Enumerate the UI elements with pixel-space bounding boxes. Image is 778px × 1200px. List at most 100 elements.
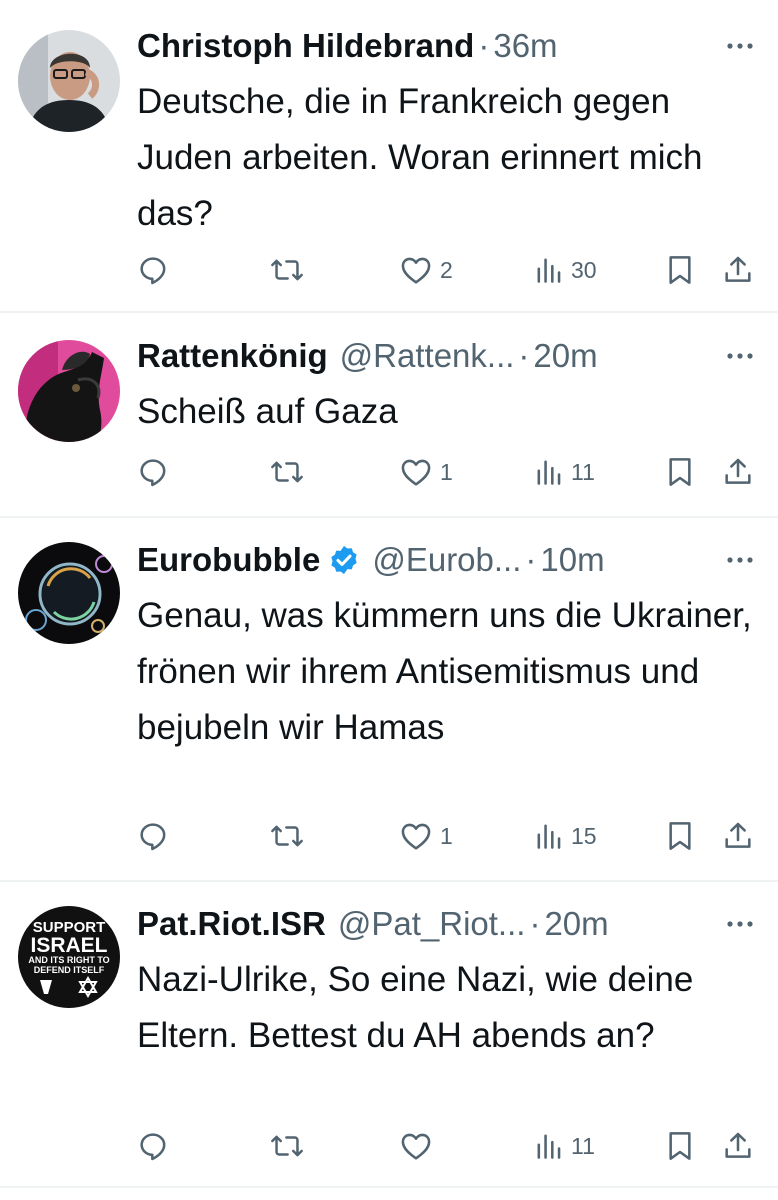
view-count: 11 [571, 458, 595, 485]
retweet-button[interactable] [270, 816, 304, 856]
retweet-icon [271, 461, 303, 483]
author-handle[interactable]: @Pat_Riot... [338, 900, 526, 948]
like-button[interactable]: 1 [400, 816, 453, 856]
views-button[interactable]: 15 [535, 816, 597, 856]
avatar[interactable] [18, 30, 120, 132]
tweet-text: Genau, was kümmern uns die Ukrainer, frö… [137, 596, 752, 747]
more-icon[interactable] [722, 900, 758, 948]
action-bar: 2 30 [0, 250, 778, 290]
share-icon [725, 256, 751, 282]
like-icon [401, 459, 431, 486]
bookmark-button[interactable] [666, 1126, 694, 1166]
retweet-button[interactable] [270, 250, 304, 290]
reply-button[interactable] [137, 250, 169, 290]
reply-button[interactable] [137, 1126, 169, 1166]
action-bar: 1 11 [0, 452, 778, 492]
divider [0, 311, 778, 313]
reply-icon [140, 1133, 166, 1161]
reply-button[interactable] [137, 816, 169, 856]
avatar-text: ISRAEL [30, 934, 107, 957]
reply-icon [140, 823, 166, 851]
bookmark-icon [669, 822, 691, 850]
view-count: 30 [571, 256, 597, 283]
reply-icon [140, 257, 166, 285]
like-button[interactable] [400, 1126, 440, 1166]
bookmark-icon [669, 458, 691, 486]
reply-button[interactable] [137, 452, 169, 492]
avatar[interactable] [18, 340, 120, 442]
timestamp[interactable]: 20m [544, 900, 608, 948]
author-name[interactable]: Pat.Riot.ISR [137, 900, 326, 948]
tweet[interactable]: Rattenkönig @Rattenk... · 20m Scheiß auf… [0, 332, 778, 517]
separator: · [478, 27, 490, 64]
like-icon [401, 823, 431, 850]
like-button[interactable]: 2 [400, 250, 453, 290]
retweet-button[interactable] [270, 1126, 304, 1166]
timestamp[interactable]: 20m [533, 332, 597, 380]
retweet-button[interactable] [270, 452, 304, 492]
like-count: 1 [440, 822, 453, 849]
author-name[interactable]: Rattenkönig [137, 332, 328, 380]
author-name[interactable]: Christoph Hildebrand [137, 22, 474, 70]
views-button[interactable]: 30 [535, 250, 597, 290]
more-icon[interactable] [722, 536, 758, 584]
divider [0, 880, 778, 882]
share-button[interactable] [722, 1126, 754, 1166]
timestamp[interactable]: 10m [540, 536, 604, 584]
tweet-header: Christoph Hildebrand · 36m [137, 22, 718, 70]
views-button[interactable]: 11 [535, 1126, 595, 1166]
avatar-text: AND ITS RIGHT TO [28, 955, 109, 965]
view-count: 15 [571, 822, 597, 849]
tweet[interactable]: SUPPORT ISRAEL AND ITS RIGHT TO DEFEND I… [0, 900, 778, 1200]
views-icon [537, 1134, 561, 1159]
retweet-icon [271, 259, 303, 281]
timestamp[interactable]: 36m [493, 22, 557, 70]
tweet[interactable]: Christoph Hildebrand · 36m Deutsche, die… [0, 22, 778, 312]
bookmark-button[interactable] [666, 250, 694, 290]
more-icon[interactable] [722, 332, 758, 380]
divider [0, 516, 778, 518]
action-bar: 1 15 [0, 816, 778, 856]
views-button[interactable]: 11 [535, 452, 595, 492]
tweet-header: Rattenkönig @Rattenk... · 20m [137, 332, 718, 380]
avatar[interactable]: SUPPORT ISRAEL AND ITS RIGHT TO DEFEND I… [18, 906, 120, 1008]
share-icon [725, 822, 751, 848]
tweet-text: Deutsche, die in Frankreich gegen Juden … [137, 82, 703, 233]
like-icon [401, 257, 431, 284]
share-button[interactable] [722, 452, 754, 492]
like-count: 2 [440, 256, 453, 283]
views-icon [537, 460, 561, 485]
author-name[interactable]: Eurobubble [137, 536, 320, 584]
bookmark-icon [669, 1132, 691, 1160]
separator: · [525, 541, 537, 578]
share-button[interactable] [722, 816, 754, 856]
views-icon [537, 258, 561, 283]
share-icon [725, 458, 751, 484]
bookmark-button[interactable] [666, 816, 694, 856]
views-icon [537, 824, 561, 849]
like-button[interactable]: 1 [400, 452, 453, 492]
like-count: 1 [440, 458, 453, 485]
more-icon[interactable] [722, 22, 758, 70]
separator: · [529, 905, 541, 942]
action-bar: 11 [0, 1126, 778, 1166]
bookmark-icon [669, 256, 691, 284]
separator: · [518, 337, 530, 374]
avatar[interactable] [18, 542, 120, 644]
tweet-header: Pat.Riot.ISR @Pat_Riot... · 20m [137, 900, 718, 948]
bookmark-button[interactable] [666, 452, 694, 492]
like-icon [401, 1133, 431, 1160]
tweet-text: Scheiß auf Gaza [137, 392, 398, 431]
share-button[interactable] [722, 250, 754, 290]
tweet-header: Eurobubble @Eurob... · 10m [137, 536, 718, 584]
author-handle[interactable]: @Eurob... [372, 536, 521, 584]
avatar-text: DEFEND ITSELF [34, 965, 105, 975]
author-handle[interactable]: @Rattenk... [340, 332, 515, 380]
share-icon [725, 1132, 751, 1158]
reply-feed: Christoph Hildebrand · 36m Deutsche, die… [0, 0, 778, 1200]
tweet-text: Nazi-Ulrike, So eine Nazi, wie deine Elt… [137, 960, 694, 1055]
view-count: 11 [571, 1132, 595, 1159]
divider [0, 1186, 778, 1188]
retweet-icon [271, 825, 303, 847]
tweet[interactable]: Eurobubble @Eurob... · 10m Genau, was kü… [0, 536, 778, 881]
